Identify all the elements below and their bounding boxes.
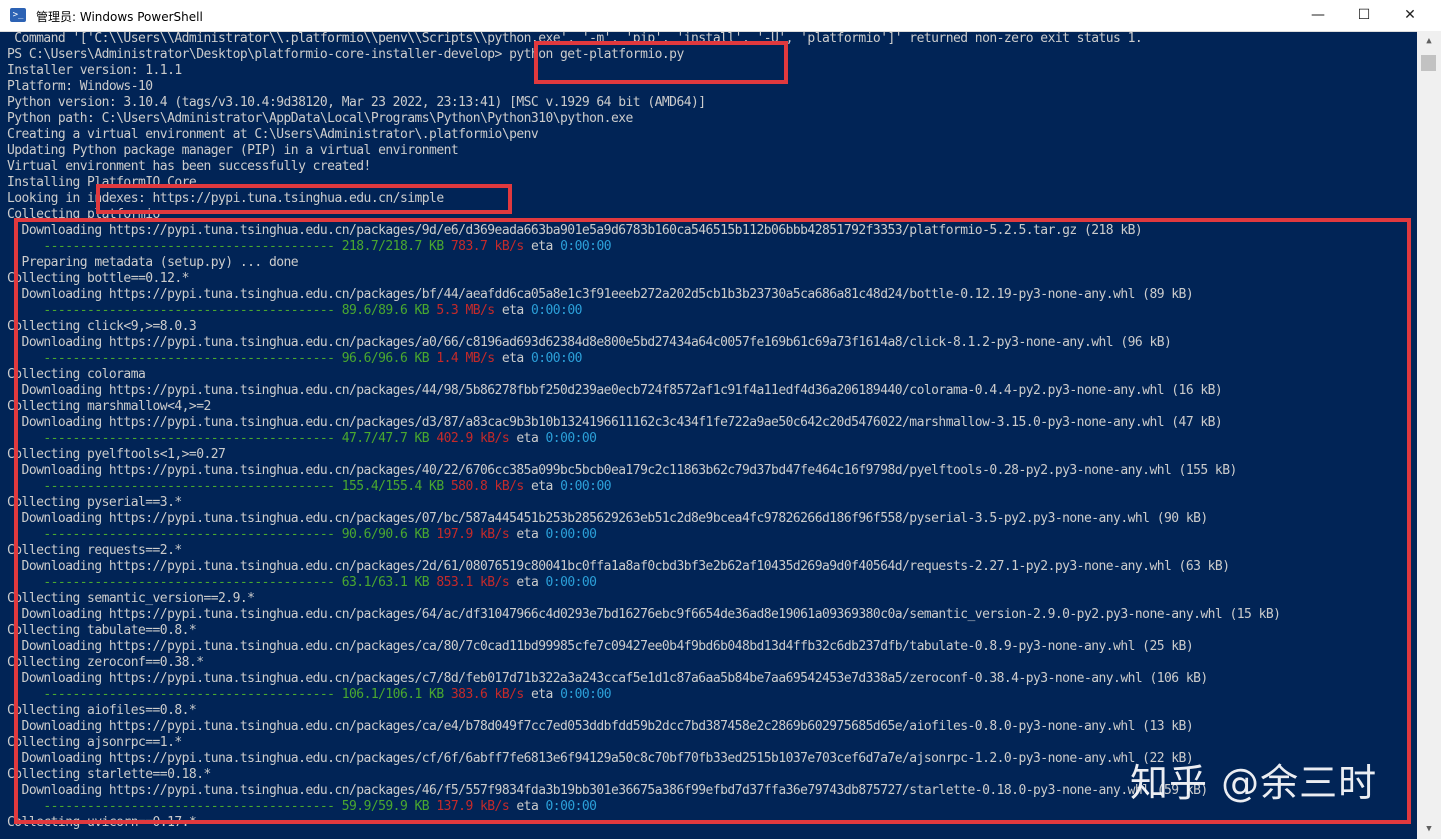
console-line: Python path: C:\Users\Administrator\AppD…	[7, 111, 633, 126]
console-line: Creating a virtual environment at C:\Use…	[7, 127, 539, 142]
highlight-downloads-box	[14, 218, 1411, 824]
vertical-scrollbar[interactable]: ▲ ▼	[1417, 31, 1441, 839]
close-button[interactable]: ✕	[1387, 0, 1433, 31]
scroll-down-arrow-icon[interactable]: ▼	[1417, 821, 1441, 837]
console-line: Python version: 3.10.4 (tags/v3.10.4:9d3…	[7, 95, 706, 110]
console-line: Platform: Windows-10	[7, 79, 153, 94]
watermark-text: 知乎 @余三时	[1130, 761, 1378, 805]
scroll-up-arrow-icon[interactable]: ▲	[1417, 33, 1441, 49]
minimize-button[interactable]: —	[1295, 0, 1341, 31]
powershell-icon: >_	[10, 8, 26, 22]
maximize-button[interactable]: ☐	[1341, 0, 1387, 31]
console-line: Installer version: 1.1.1	[7, 63, 182, 78]
highlight-command-box	[534, 41, 788, 84]
highlight-index-url-box	[96, 184, 512, 214]
console-line: Virtual environment has been successfull…	[7, 159, 371, 174]
window-title: 管理员: Windows PowerShell	[36, 10, 203, 24]
console-line: Updating Python package manager (PIP) in…	[7, 143, 459, 158]
scrollbar-thumb[interactable]	[1421, 55, 1436, 71]
window-titlebar[interactable]: >_ 管理员: Windows PowerShell — ☐ ✕	[0, 0, 1441, 32]
